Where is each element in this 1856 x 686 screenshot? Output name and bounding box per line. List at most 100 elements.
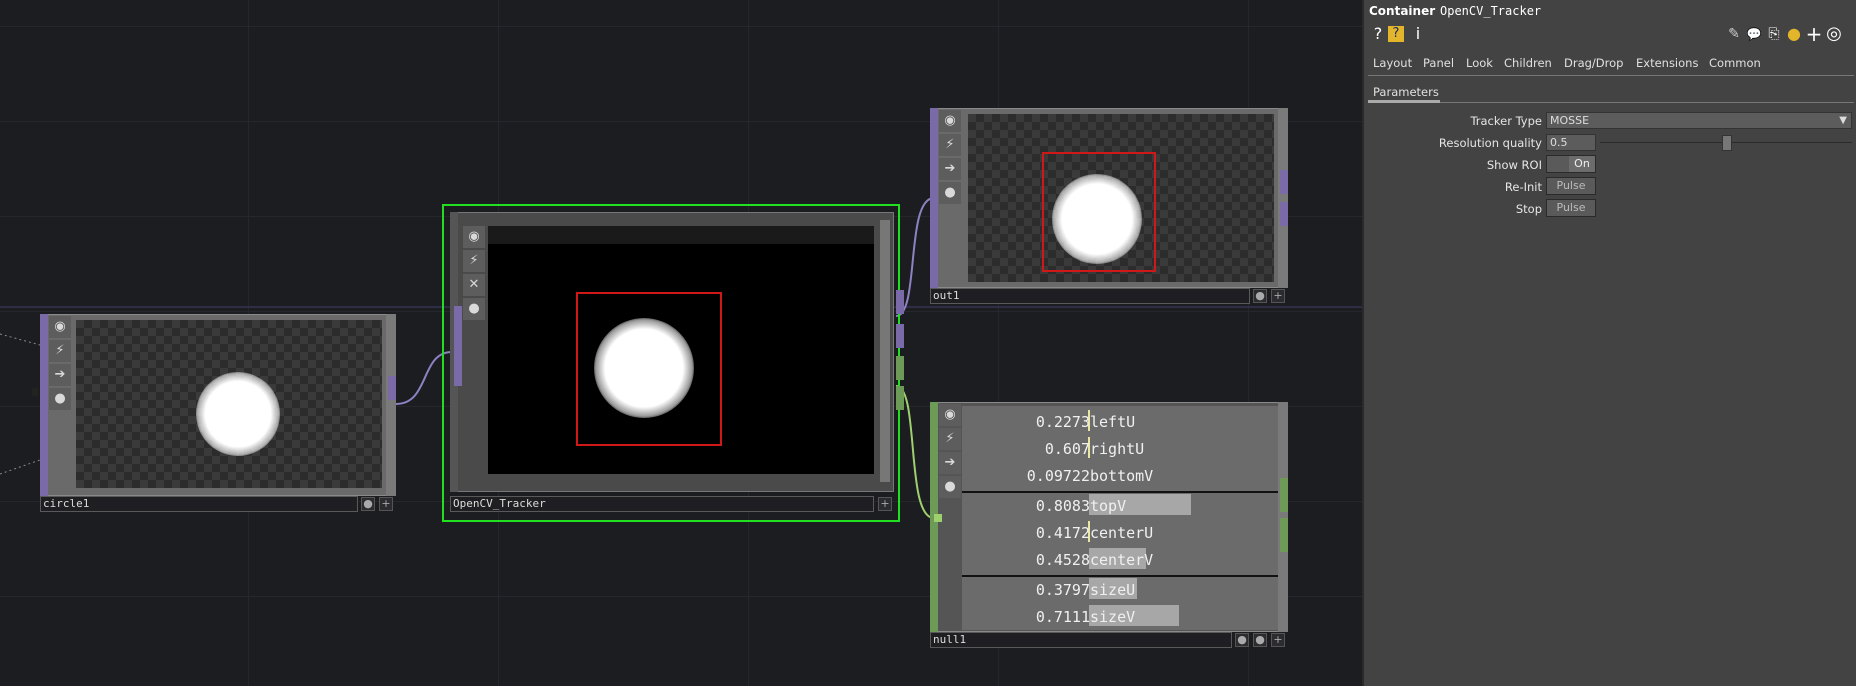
node-flag-icon[interactable]: ● — [1253, 289, 1267, 303]
parameter-panel: Container OpenCV_Tracker ? ? i ✎ 💬 ⎘ ● +… — [1362, 0, 1856, 686]
node-toolbar: ◉ ⚡ ➔ ● — [48, 314, 72, 514]
output-connector-chop[interactable] — [896, 356, 904, 380]
node-circle1[interactable]: ◉ ⚡ ➔ ● circle1 ● + — [32, 314, 396, 514]
display-icon[interactable]: ➔ — [939, 452, 961, 474]
node-out1[interactable]: ◉ ⚡ ➔ ● out1 ● + — [930, 108, 1288, 308]
output-connector[interactable] — [388, 376, 396, 400]
close-icon[interactable]: ✕ — [463, 274, 485, 296]
node-opencv-tracker[interactable]: ◉ ⚡ ✕ ● OpenCV_Tracker + — [442, 204, 904, 522]
lock-icon[interactable]: ● — [939, 182, 961, 204]
node-viewer — [488, 226, 874, 474]
dotted-wire-in — [0, 459, 41, 475]
channel-row: 0.4172 centerU — [962, 521, 1278, 544]
lock-icon[interactable]: ● — [49, 388, 71, 410]
param-label-show-roi: Show ROI — [1486, 158, 1542, 172]
viewer-icon[interactable]: ◉ — [939, 404, 961, 426]
node-add-icon[interactable]: + — [379, 497, 393, 511]
op-type-label: Container — [1369, 4, 1436, 18]
bypass-icon[interactable]: ⚡ — [939, 428, 961, 450]
node-toolbar: ◉ ⚡ ➔ ● — [938, 402, 962, 652]
tab-divider — [1368, 75, 1854, 76]
input-connector[interactable] — [32, 388, 38, 396]
channel-row: 0.09722 bottomV — [1026, 467, 1154, 485]
node-toolbar: ◉ ⚡ ➔ ● — [938, 108, 962, 308]
bypass-icon[interactable]: ⚡ — [49, 340, 71, 362]
python-icon[interactable]: ● — [1784, 24, 1804, 44]
node-null1[interactable]: ◉ ⚡ ➔ ● 0.2273 leftU 0.607 rightU 0.09722 b… — [930, 402, 1288, 652]
bypass-icon[interactable]: ⚡ — [463, 250, 485, 272]
reinit-pulse-button[interactable]: Pulse — [1546, 177, 1596, 195]
output-connector-chop[interactable] — [896, 386, 904, 410]
bypass-icon[interactable]: ⚡ — [939, 134, 961, 156]
channel-list: 0.2273 leftU 0.607 rightU 0.09722 bottomV 0… — [962, 406, 1278, 630]
tab-layout[interactable]: Layout — [1373, 56, 1412, 70]
tracker-type-dropdown[interactable]: MOSSE ▼ — [1546, 112, 1852, 129]
input-connector[interactable] — [934, 514, 942, 522]
output-connector[interactable] — [1280, 518, 1288, 552]
display-icon[interactable]: ➔ — [49, 364, 71, 386]
clone-icon[interactable]: ⎘ — [1764, 24, 1784, 44]
tab-panel[interactable]: Panel — [1423, 56, 1454, 70]
target-icon[interactable]: ◎ — [1824, 24, 1844, 44]
viewer-icon[interactable]: ◉ — [939, 110, 961, 132]
resolution-slider-handle[interactable] — [1722, 135, 1732, 151]
node-toolbar: ◉ ⚡ ✕ ● — [462, 224, 486, 520]
node-add-icon[interactable]: + — [878, 497, 892, 511]
python-help-icon[interactable]: ? — [1388, 26, 1404, 42]
node-name[interactable]: OpenCV_Tracker — [450, 496, 874, 512]
tab-common[interactable]: Common — [1709, 56, 1761, 70]
node-name[interactable]: circle1 — [40, 496, 358, 512]
output-connector[interactable] — [1280, 170, 1288, 194]
stop-pulse-button[interactable]: Pulse — [1546, 199, 1596, 217]
lock-icon[interactable]: ● — [939, 476, 961, 498]
comment-icon[interactable]: 💬 — [1744, 24, 1764, 44]
node-flag-icon[interactable]: ● — [1253, 633, 1267, 647]
channel-row: 0.3797 sizeU — [962, 578, 1278, 601]
param-label-reinit: Re-Init — [1504, 180, 1542, 194]
tracker-type-value: MOSSE — [1550, 114, 1590, 127]
channel-row: 0.4528 centerV — [962, 548, 1278, 571]
channel-row: 0.7111 sizeV — [962, 605, 1278, 628]
node-viewer — [968, 114, 1274, 282]
output-connector-top[interactable] — [896, 324, 904, 348]
channel-row: 0.607 rightU — [962, 437, 1278, 460]
node-flag-icon[interactable]: ● — [361, 497, 375, 511]
param-label-stop: Stop — [1515, 202, 1542, 216]
node-add-icon[interactable]: + — [1271, 289, 1285, 303]
dotted-wire-in — [0, 333, 41, 346]
edit-icon[interactable]: ✎ — [1724, 24, 1744, 44]
viewer-icon[interactable]: ◉ — [463, 226, 485, 248]
output-connector[interactable] — [1280, 202, 1288, 226]
chevron-down-icon: ▼ — [1839, 115, 1847, 126]
show-roi-value: On — [1569, 156, 1595, 172]
help-icon[interactable]: ? — [1368, 24, 1388, 44]
output-connector-top[interactable] — [896, 290, 904, 314]
output-connector[interactable] — [1280, 478, 1288, 512]
display-icon[interactable]: ➔ — [939, 158, 961, 180]
tab-drag-drop[interactable]: Drag/Drop — [1564, 56, 1623, 70]
subtab-divider — [1368, 102, 1854, 103]
white-circle — [196, 372, 280, 456]
node-viewer — [76, 320, 382, 488]
white-circle — [594, 318, 694, 418]
resolution-field[interactable]: 0.5 — [1546, 134, 1596, 151]
tab-look[interactable]: Look — [1466, 56, 1493, 70]
tab-parameters[interactable]: Parameters — [1373, 85, 1439, 99]
channel-row: 0.8083 topV — [962, 494, 1278, 517]
lock-icon[interactable]: ● — [463, 298, 485, 320]
show-roi-toggle[interactable]: On — [1546, 155, 1596, 173]
node-name[interactable]: null1 — [930, 632, 1232, 648]
node-name[interactable]: out1 — [930, 288, 1250, 304]
network-editor[interactable]: ◉ ⚡ ➔ ● circle1 ● + ◉ ⚡ ✕ ● OpenCV_Track… — [0, 0, 1362, 686]
tab-children[interactable]: Children — [1504, 56, 1552, 70]
add-icon[interactable]: + — [1804, 24, 1824, 44]
info-icon[interactable]: i — [1408, 24, 1428, 44]
node-add-icon[interactable]: + — [1271, 633, 1285, 647]
node-flag-icon[interactable]: ● — [1235, 633, 1249, 647]
tab-extensions[interactable]: Extensions — [1636, 56, 1698, 70]
op-name-field[interactable]: OpenCV_Tracker — [1440, 4, 1541, 18]
input-connector[interactable] — [454, 306, 462, 386]
viewer-icon[interactable]: ◉ — [49, 316, 71, 338]
param-label-tracker-type: Tracker Type — [1470, 114, 1542, 128]
channel-row: 0.2273 leftU — [962, 410, 1278, 433]
